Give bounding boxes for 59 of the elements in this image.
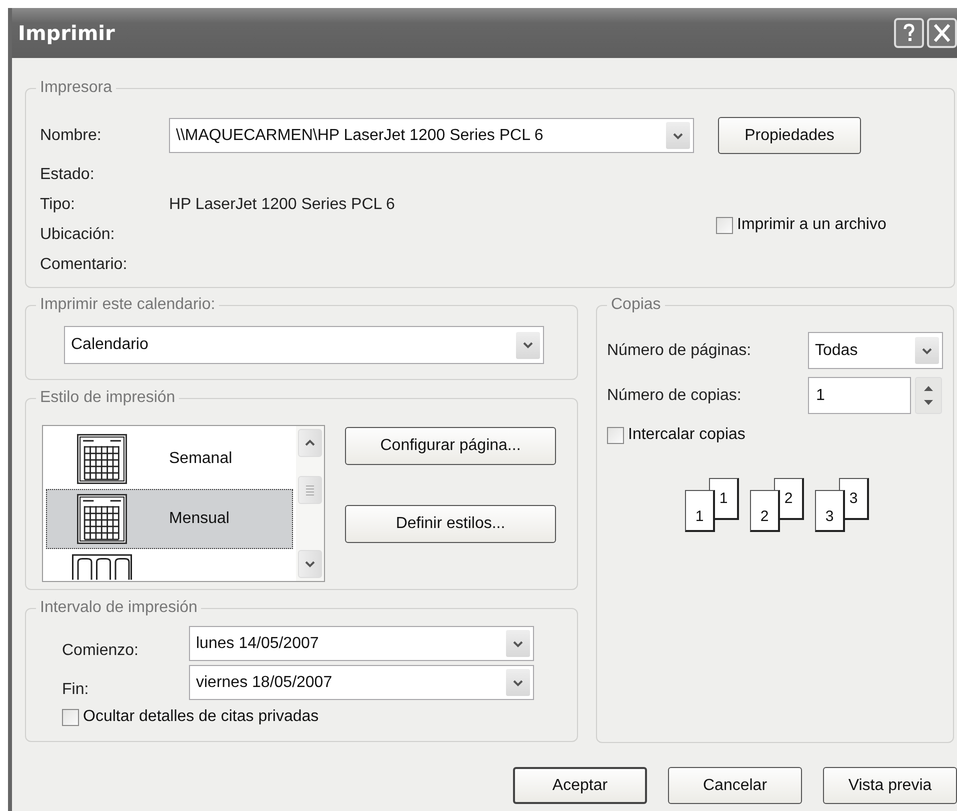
dropdown-button[interactable] (506, 630, 530, 657)
dropdown-field[interactable]: Todas (808, 332, 943, 369)
field-label: Ubicación: (40, 225, 116, 245)
style-button[interactable]: Definir estilos... (345, 505, 556, 543)
group-title: Intervalo de impresión (36, 598, 202, 618)
scroll-up-button[interactable] (298, 429, 322, 457)
field-label: Número de copias: (607, 386, 742, 406)
list-item-label: Semanal (169, 450, 232, 468)
dropdown-field[interactable]: \\MAQUECARMEN\HP LaserJet 1200 Series PCL 6 (169, 118, 694, 153)
style-button[interactable]: Configurar página... (345, 427, 556, 465)
checkbox-label: Ocultar detalles de citas privadas (83, 708, 319, 726)
dialog-button[interactable]: Aceptar (513, 767, 647, 804)
checkbox[interactable] (607, 426, 624, 444)
list-item[interactable]: Semanal (46, 429, 293, 489)
help-button[interactable] (894, 18, 924, 48)
spinner-arrows-icon (915, 377, 942, 414)
field-label: Número de páginas: (607, 340, 752, 360)
list-item[interactable]: Mensual (46, 489, 293, 549)
close-icon (932, 22, 952, 44)
dropdown-button[interactable] (516, 332, 540, 358)
field-label: Tipo: (40, 195, 76, 215)
close-button[interactable] (927, 18, 957, 48)
dialog-button[interactable]: Cancelar (668, 767, 802, 804)
calendar-grid-icon (77, 433, 127, 485)
checkbox[interactable] (62, 708, 79, 726)
checkbox-label: Imprimir a un archivo (737, 216, 886, 234)
grip-icon (303, 482, 317, 498)
properties-button[interactable]: Propiedades (718, 117, 861, 154)
field-value: HP LaserJet 1200 Series PCL 6 (169, 195, 395, 215)
checkbox-label: Intercalar copias (628, 426, 746, 444)
page-sheet: 1 (685, 490, 715, 532)
field-label: Comienzo: (62, 641, 140, 661)
window-title: Imprimir (18, 21, 115, 45)
list-item-label: Mensual (169, 510, 230, 528)
dropdown-button[interactable] (666, 122, 690, 149)
field-label: Fin: (62, 680, 90, 700)
style-list[interactable]: Semanal Mensual (42, 425, 325, 582)
three-columns-icon (72, 554, 132, 580)
group-title: Imprimir este calendario: (36, 295, 220, 315)
calendar-grid-icon (77, 493, 127, 545)
dropdown-field[interactable]: viernes 18/05/2007 (189, 665, 534, 700)
dropdown-button[interactable] (915, 337, 939, 364)
field-label: Estado: (40, 165, 96, 185)
group-title: Impresora (36, 78, 116, 98)
page-sheet: 3 (815, 490, 845, 532)
scrollbar[interactable] (296, 426, 324, 581)
scroll-thumb[interactable] (298, 476, 322, 504)
number-field[interactable]: 1 (808, 377, 911, 414)
dropdown-button[interactable] (506, 669, 530, 696)
dialog-button[interactable]: Vista previa (823, 767, 957, 804)
scroll-down-button[interactable] (298, 550, 322, 578)
dropdown-field[interactable]: Calendario (64, 326, 544, 364)
field-label: Nombre: (40, 126, 102, 146)
group-title: Copias (607, 295, 665, 315)
page-sheet: 2 (750, 490, 780, 532)
group-title: Estilo de impresión (36, 388, 180, 408)
dropdown-field[interactable]: lunes 14/05/2007 (189, 626, 534, 661)
field-label: Comentario: (40, 255, 128, 275)
checkbox[interactable] (716, 216, 733, 234)
